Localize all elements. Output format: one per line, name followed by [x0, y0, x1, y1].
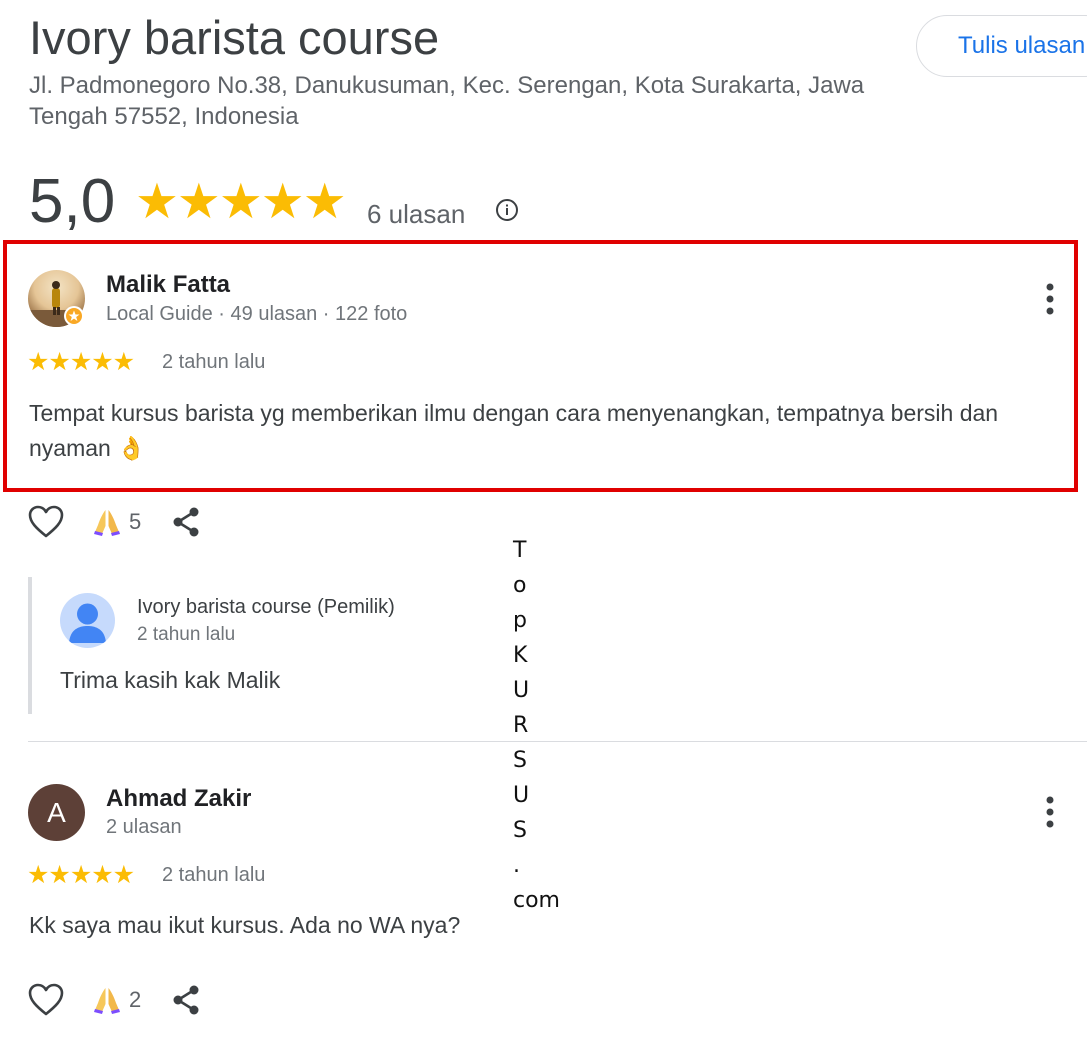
local-guide-badge-icon — [64, 306, 84, 326]
heart-icon[interactable] — [28, 505, 64, 539]
review-text: Tempat kursus barista yg memberikan ilmu… — [29, 400, 999, 461]
watermark-char: o — [513, 573, 527, 598]
watermark-char: K — [513, 643, 528, 668]
praying-hands-icon[interactable] — [92, 507, 122, 537]
average-rating: 5,0 — [29, 167, 116, 236]
reviewer-meta: Local Guide · 49 ulasan · 122 foto — [106, 303, 408, 325]
owner-reply-time: 2 tahun lalu — [137, 624, 236, 645]
place-title: Ivory barista course — [29, 11, 440, 64]
avatar[interactable]: A — [28, 784, 85, 841]
watermark-char: R — [513, 713, 529, 738]
watermark-char: S — [513, 818, 527, 843]
watermark-char: T — [513, 538, 527, 563]
more-vert-icon[interactable] — [1045, 796, 1055, 828]
review-text: Kk saya mau ikut kursus. Ada no WA nya? — [29, 912, 461, 938]
reply-divider — [28, 577, 32, 714]
heart-icon[interactable] — [28, 983, 64, 1017]
average-rating-stars: ★★★★★ — [135, 175, 347, 229]
reaction-count: 5 — [129, 509, 142, 534]
praying-hands-icon[interactable] — [92, 985, 122, 1015]
watermark-char: com — [513, 888, 560, 913]
owner-avatar-icon — [60, 593, 115, 648]
watermark-char: U — [513, 678, 530, 703]
review-time: 2 tahun lalu — [162, 351, 266, 373]
review-count[interactable]: 6 ulasan — [367, 199, 465, 230]
review-time: 2 tahun lalu — [162, 864, 266, 886]
reviewer-name[interactable]: Malik Fatta — [106, 271, 230, 299]
place-address: Jl. Padmonegoro No.38, Danukusuman, Kec.… — [29, 72, 865, 130]
info-icon[interactable] — [495, 198, 519, 222]
reaction-count: 2 — [129, 987, 142, 1012]
owner-reply-name: Ivory barista course (Pemilik) — [137, 596, 395, 618]
watermark-char: U — [513, 783, 530, 808]
watermark-char: . — [513, 853, 520, 878]
reviewer-name[interactable]: Ahmad Zakir — [106, 785, 251, 813]
owner-reply-text: Trima kasih kak Malik — [60, 667, 281, 693]
watermark-char: S — [513, 748, 527, 773]
share-icon[interactable] — [171, 506, 201, 538]
more-vert-icon[interactable] — [1045, 283, 1055, 315]
reviewer-meta: 2 ulasan — [106, 816, 182, 838]
review-stars: ★★★★★ — [27, 861, 135, 889]
review-stars: ★★★★★ — [27, 348, 135, 376]
watermark-text: T o p K U R S U S . com — [513, 533, 573, 918]
watermark-char: p — [513, 608, 527, 633]
share-icon[interactable] — [171, 984, 201, 1016]
write-review-button[interactable]: Tulis ulasan — [916, 15, 1087, 77]
